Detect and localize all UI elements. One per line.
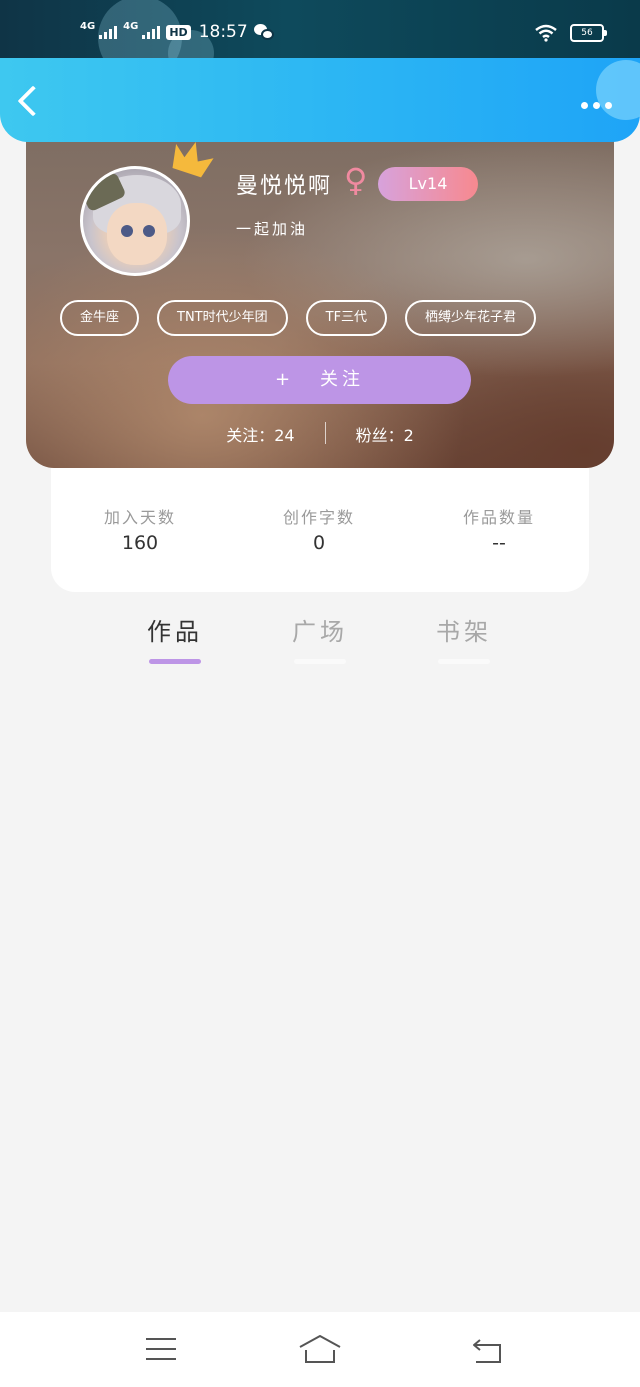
follow-label: 关注 [320,369,365,390]
tab-label: 广场 [292,618,348,646]
decor-bubble [596,60,640,120]
tab-works[interactable]: 作品 [130,612,220,664]
tab-square[interactable]: 广场 [275,612,365,664]
stat-value: 0 [312,532,326,554]
tag-tnt[interactable]: TNT时代少年团 [157,300,288,336]
level-badge: Lv14 [378,167,478,201]
stat-word-count: 创作字数 0 [249,504,389,554]
tab-indicator [149,659,201,664]
follow-button[interactable]: + 关注 [168,356,471,404]
followers-count[interactable]: 粉丝：2 [356,422,414,446]
tag-hanako[interactable]: 栖缚少年花子君 [405,300,537,336]
back-icon[interactable] [17,85,49,117]
divider [324,422,326,444]
female-icon: ♀ [344,161,368,199]
wechat-icon [253,24,274,40]
status-bar: 4G 4G HD 18:57 56 [0,0,640,80]
tab-label: 书架 [436,618,492,646]
crown-icon [172,141,214,178]
stat-label: 作品数量 [462,508,535,527]
return-icon[interactable] [470,1336,504,1364]
plus-icon: + [274,369,295,390]
stat-label: 加入天数 [103,508,176,527]
tab-bookshelf[interactable]: 书架 [419,612,509,664]
menu-icon[interactable] [146,1338,176,1360]
signature: 一起加油 [236,220,309,238]
stat-value: 160 [121,532,159,554]
wifi-icon [535,24,557,42]
tab-indicator [294,659,346,664]
stat-works-count: 作品数量 -- [429,504,569,554]
tag-zodiac[interactable]: 金牛座 [60,300,140,336]
stat-value: -- [492,532,506,554]
avatar[interactable] [80,166,190,276]
signal-icon [142,25,161,39]
stat-join-days: 加入天数 160 [70,504,210,554]
tab-label: 作品 [147,618,203,646]
hd-icon: HD [166,24,191,40]
tab-bar: 作品 广场 书架 [0,612,640,672]
system-nav-bar [0,1312,640,1387]
clock: 18:57 [198,22,248,42]
tag-list: 金牛座 TNT时代少年团 TF三代 栖缚少年花子君 [60,300,537,336]
app-header [0,58,640,142]
profile-card: 曼悦悦啊 ♀ Lv14 一起加油 金牛座 TNT时代少年团 TF三代 栖缚少年花… [26,120,614,468]
battery-icon: 56 [570,24,607,42]
network-label: 4G [123,20,139,32]
stat-label: 创作字数 [282,508,355,527]
network-label: 4G [80,20,96,32]
username: 曼悦悦啊 [236,174,333,199]
follow-counts: 关注：24 粉丝：2 [26,422,614,446]
tag-tf3[interactable]: TF三代 [305,300,388,336]
signal-icon [99,25,118,39]
following-count[interactable]: 关注：24 [226,422,294,446]
tab-indicator [438,659,490,664]
home-icon[interactable] [298,1334,342,1364]
more-icon[interactable] [581,102,612,109]
